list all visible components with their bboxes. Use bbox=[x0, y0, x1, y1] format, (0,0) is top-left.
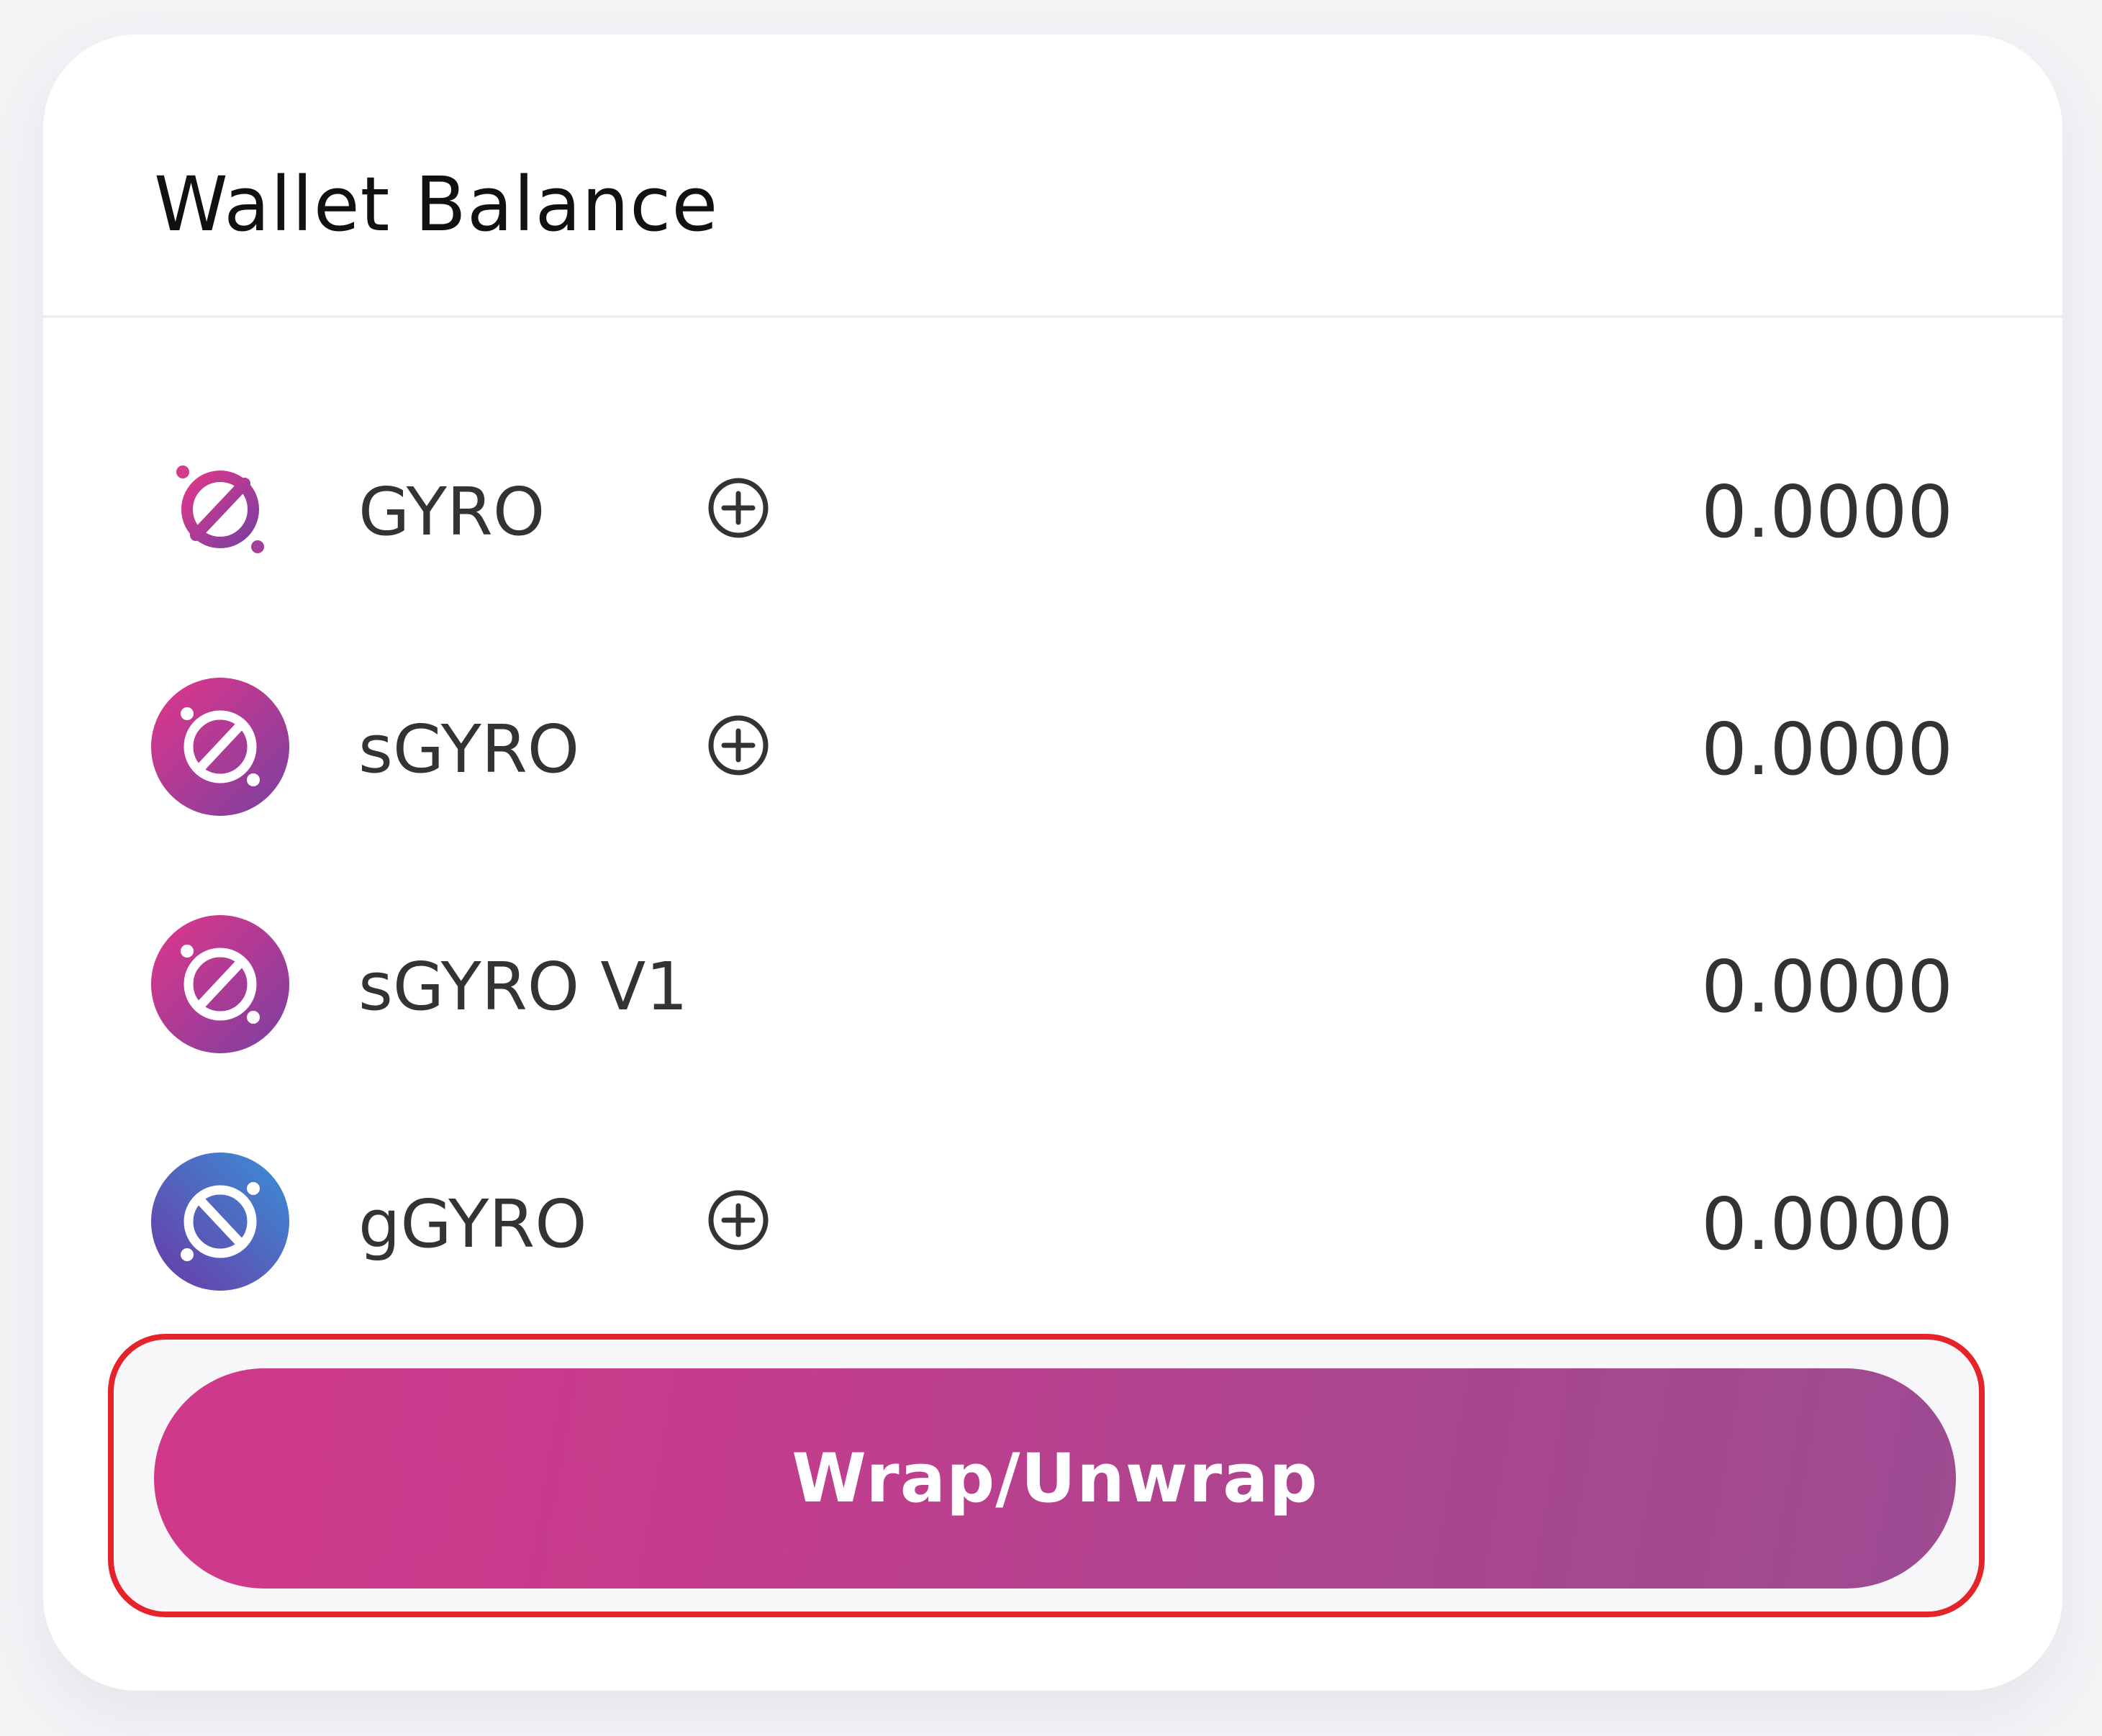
token-name: sGYRO V1 bbox=[358, 948, 688, 1025]
token-name: sGYRO bbox=[358, 711, 580, 788]
sgyro-logo-icon bbox=[151, 678, 289, 816]
token-balance: 0.0000 bbox=[1701, 1182, 1953, 1266]
wallet-balance-card: Wallet Balance GYRO 0.0000 sGYRO 0.0000 … bbox=[43, 35, 2062, 1691]
wrap-unwrap-button[interactable]: Wrap/Unwrap bbox=[154, 1368, 1956, 1589]
token-balance: 0.0000 bbox=[1701, 707, 1953, 791]
sgyro-v1-logo-icon bbox=[151, 915, 289, 1053]
token-row-sgyro: sGYRO 0.0000 bbox=[43, 675, 2062, 819]
gyro-logo-icon bbox=[176, 465, 264, 553]
token-row-ggyro: gGYRO 0.0000 bbox=[43, 1150, 2062, 1294]
token-row-gyro: GYRO 0.0000 bbox=[43, 437, 2062, 581]
token-name: gGYRO bbox=[358, 1186, 587, 1263]
add-token-button[interactable] bbox=[704, 711, 773, 780]
ggyro-logo-icon bbox=[151, 1153, 289, 1291]
token-balance: 0.0000 bbox=[1701, 470, 1953, 554]
token-name: GYRO bbox=[358, 473, 545, 550]
card-title: Wallet Balance bbox=[154, 160, 719, 248]
card-header: Wallet Balance bbox=[43, 35, 2062, 318]
wrap-unwrap-label: Wrap/Unwrap bbox=[792, 1439, 1318, 1518]
add-token-button[interactable] bbox=[704, 1186, 773, 1255]
token-row-sgyro-v1: sGYRO V1 0.0000 bbox=[43, 912, 2062, 1056]
token-balance: 0.0000 bbox=[1701, 945, 1953, 1029]
add-token-button[interactable] bbox=[704, 473, 773, 542]
